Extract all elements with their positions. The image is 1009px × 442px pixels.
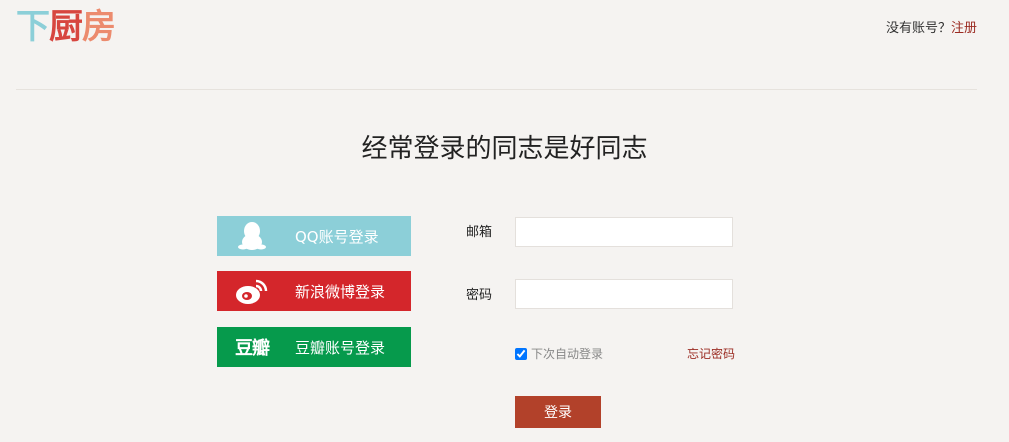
- qq-login-label: QQ账号登录: [295, 227, 379, 246]
- password-field[interactable]: [515, 279, 733, 309]
- password-label: 密码: [466, 288, 493, 303]
- douban-login-button[interactable]: 豆瓣 豆瓣账号登录: [217, 327, 411, 367]
- register-prompt: 没有账号？注册: [886, 17, 977, 36]
- weibo-login-button[interactable]: 新浪微博登录: [217, 271, 411, 311]
- weibo-icon: [217, 271, 287, 311]
- logo-char-1: 下: [16, 7, 50, 47]
- remember-me: 下次自动登录: [515, 345, 603, 362]
- douban-logo-icon: 豆瓣: [235, 338, 270, 359]
- email-field[interactable]: [515, 217, 733, 247]
- page-title: 经常登录的同志是好同志: [361, 134, 648, 164]
- header-divider: [16, 89, 977, 90]
- remember-label: 下次自动登录: [531, 347, 604, 361]
- forgot-password-link[interactable]: 忘记密码: [687, 345, 735, 362]
- remember-checkbox[interactable]: [515, 347, 527, 360]
- login-button[interactable]: 登录: [515, 396, 601, 428]
- qq-penguin-icon: [217, 216, 287, 256]
- no-account-text: 没有账号？: [885, 21, 951, 36]
- logo-char-2: 厨: [49, 7, 83, 47]
- email-label: 邮箱: [466, 225, 493, 240]
- qq-login-button[interactable]: QQ账号登录: [217, 216, 411, 256]
- douban-login-label: 豆瓣账号登录: [295, 338, 386, 357]
- logo-char-3: 房: [82, 7, 116, 47]
- site-logo[interactable]: 下厨房: [16, 6, 116, 48]
- register-link[interactable]: 注册: [951, 21, 977, 36]
- weibo-login-label: 新浪微博登录: [295, 282, 386, 301]
